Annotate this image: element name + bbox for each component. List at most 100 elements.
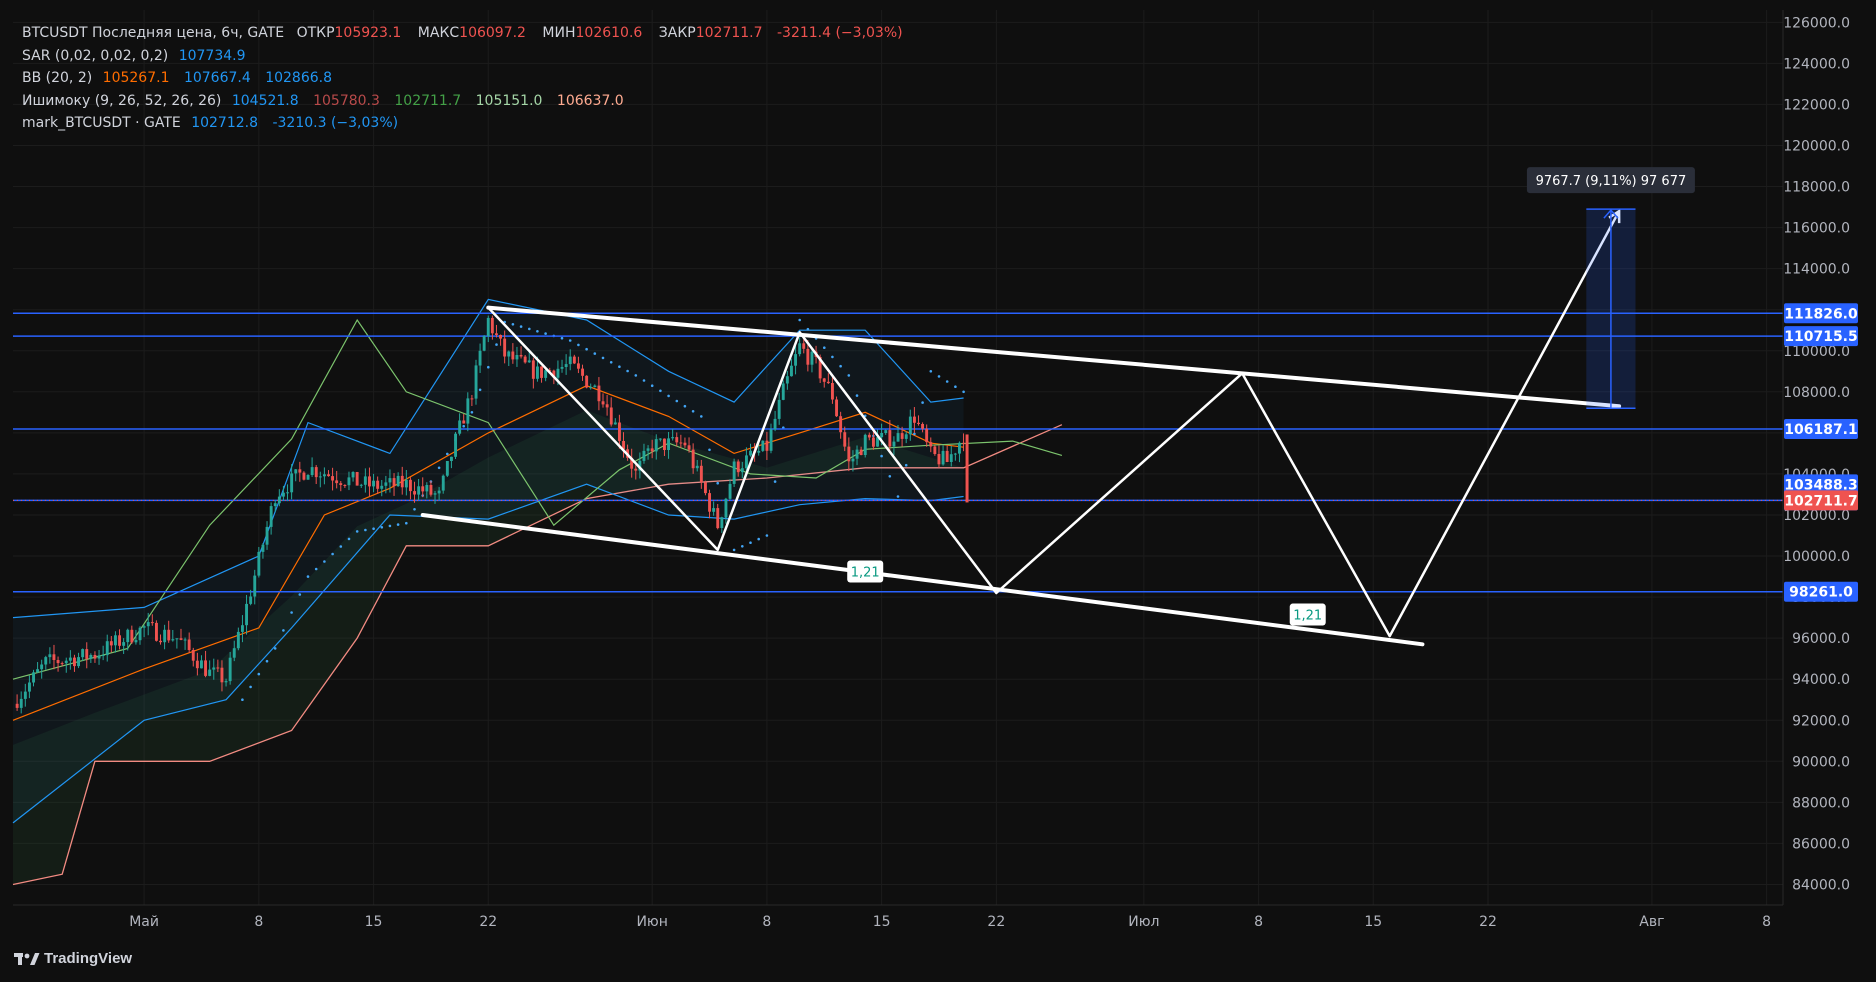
candle-body [785,376,789,384]
candle-body [363,476,367,485]
symbol-label[interactable]: BTCUSDT Последняя цена, 6ч, GATE [22,25,284,41]
sar-dot [388,524,392,528]
candle-body [663,438,666,450]
legend-sar[interactable]: SAR (0,02, 0,02, 0,2) 107734.9 [22,45,913,68]
candle-body [577,363,580,369]
candle-body [294,469,298,474]
sar-dot [568,339,572,342]
ichimoku-label: Ишимоку (9, 26, 52, 26, 26) [22,92,222,109]
y-tick-label: 94000.0 [1792,672,1850,688]
candle-body [941,450,945,465]
tradingview-branding[interactable]: TradingView [14,950,132,967]
candle-body [634,468,638,471]
candle-body [273,503,277,507]
candle-body [867,434,871,438]
candle-body [544,370,548,378]
x-tick-label: 15 [873,914,891,930]
candle-body [572,356,576,364]
legend-ichimoku[interactable]: Ишимоку (9, 26, 52, 26, 26) 104521.8 105… [22,90,913,113]
candle-body [245,603,248,626]
candle-body [175,638,179,640]
candle-body [679,442,683,444]
candle-body [126,629,130,643]
y-tick-label: 86000.0 [1792,836,1850,852]
sar-dot [921,401,924,404]
price-badge-text: 106187.1 [1784,422,1858,438]
candle-body [736,461,740,473]
candle-body [835,399,838,417]
measure-label-text: 9767.7 (9,11%) 97 677 [1536,174,1687,189]
open-value: 105923.1 [334,25,402,41]
candle-body [958,442,961,454]
sar-dot [298,593,302,596]
candle-body [593,385,597,387]
candle-body [900,433,904,439]
sar-dot [708,448,711,452]
sar-dot [577,343,580,347]
last-candle [965,434,969,503]
y-tick-label: 84000.0 [1792,877,1850,893]
candle-body [708,493,711,512]
sar-dot [716,481,719,485]
candle-body [913,416,916,423]
candle-body [728,483,732,499]
legend-main[interactable]: BTCUSDT Последняя цена, 6ч, GATE ОТКР105… [22,22,913,45]
candle-body [101,655,105,656]
ichimoku-conversion-value: 104521.8 [231,92,299,109]
sar-dot [626,369,629,373]
candle-body [220,667,224,683]
candle-body [56,660,60,664]
candle-body [400,475,404,488]
candle-body [450,456,453,461]
change-value: -3211.4 (−3,03%) [776,25,903,41]
drawing-labels: 9767.7 (9,11%) 97 677 1,21 1,21 [847,167,1695,626]
candle-body [384,482,388,486]
candle-body [454,433,457,457]
candle-body [44,657,48,665]
candle-body [372,480,375,487]
candle-body [745,455,748,469]
candle-body [335,480,339,484]
candle-body [605,404,609,408]
candle-body [925,428,929,443]
candle-body [536,366,539,379]
candle-body [155,622,158,641]
x-tick-label: 8 [1254,914,1263,930]
chart-canvas[interactable]: 9767.7 (9,11%) 97 677 1,21 1,21 126000.0 12… [0,0,1876,982]
candle-body [433,493,437,495]
candle-body [249,596,253,604]
sar-dot [372,527,375,530]
sar-dot [642,379,646,382]
candle-body [687,445,691,450]
candle-body [482,336,486,351]
sar-dot [593,352,597,355]
candle-body [19,698,23,708]
candle-body [556,368,560,378]
candle-body [917,422,920,424]
candle-body [52,654,56,660]
ichimoku-span-a-value: 105151.0 [475,92,543,109]
candle-body [228,657,232,682]
price-badge-text: 98261.0 [1789,585,1853,601]
sar-dot [487,365,490,369]
candle-body [523,356,527,363]
sar-dot [528,327,531,331]
x-tick-label: Авг [1639,914,1664,930]
y-tick-label: 88000.0 [1792,795,1850,811]
sar-dot [823,346,826,350]
candle-body [904,434,908,439]
legend-bb[interactable]: BB (20, 2) 105267.1 107667.4 102866.8 [22,67,913,90]
candle-body [236,631,240,649]
y-tick-label: 102000.0 [1783,508,1850,524]
sar-dot [519,325,523,328]
legend-mark[interactable]: mark_BTCUSDT · GATE 102712.8 -3210.3 (−3… [22,112,913,135]
candle-body [286,492,289,494]
y-tick-label: 124000.0 [1783,56,1850,72]
candle-body [810,351,814,365]
candle-body [183,639,187,641]
mark-change: -3210.3 (−3,03%) [272,115,399,131]
candle-body [564,364,568,367]
sar-dot [585,347,588,351]
candle-body [81,649,85,658]
candle-body [953,453,957,455]
